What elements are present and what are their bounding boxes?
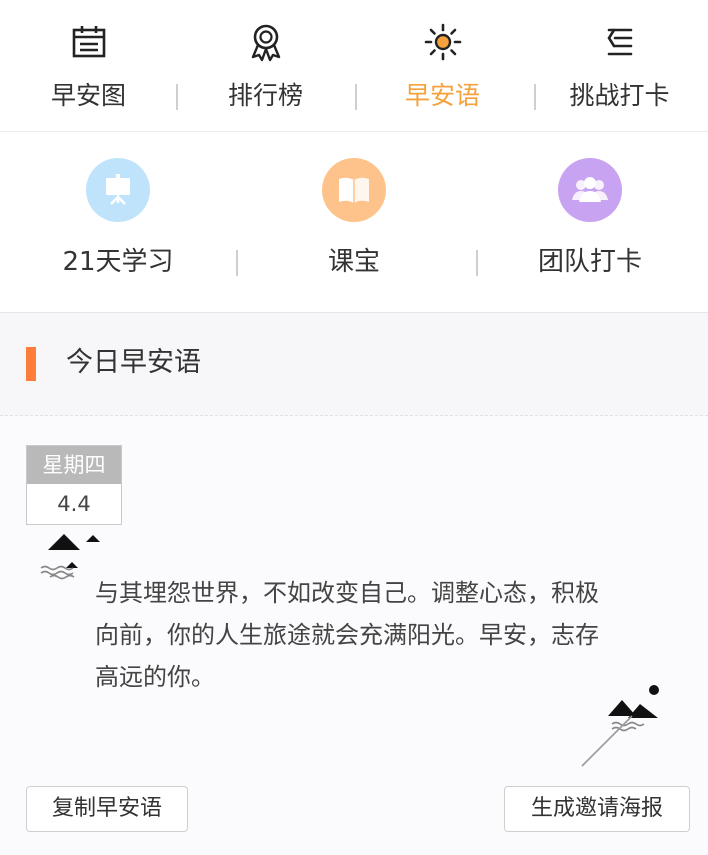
date-badge: 星期四 4.4: [26, 445, 122, 525]
book-icon: [339, 177, 369, 203]
shortcut-divider: [236, 250, 238, 276]
shortcut-icon-circle: [322, 158, 386, 222]
section-header: 今日早安语: [0, 313, 708, 416]
generate-poster-button[interactable]: 生成邀请海报: [504, 786, 690, 832]
medal-icon: [251, 24, 280, 62]
tab-label: 挑战打卡: [569, 81, 670, 110]
shortcut-kebao[interactable]: 课宝: [236, 132, 472, 312]
shortcut-icon-circle: [558, 158, 622, 222]
tab-ranking[interactable]: 排行榜: [177, 0, 354, 131]
quote-card: 星期四 4.4 与其埋怨世界，不如改变自己。调整心态，积极向前，你的人生旅途就会…: [0, 416, 708, 855]
quote-text: 与其埋怨世界，不如改变自己。调整心态，积极向前，你的人生旅途就会充满阳光。早安，…: [95, 579, 599, 691]
team-icon: [572, 177, 608, 202]
shortcut-icon-circle: [86, 158, 150, 222]
mountain-decoration-icon: [581, 685, 659, 767]
shortcut-label: 课宝: [327, 247, 380, 277]
weekday-label: 星期四: [27, 446, 121, 484]
shortcut-21-day-study[interactable]: 21天学习: [0, 132, 236, 312]
sun-icon: [424, 23, 461, 61]
shortcut-row: 21天学习 课宝 团队打卡: [0, 132, 708, 313]
tab-label: 排行榜: [227, 81, 303, 110]
tab-morning-picture[interactable]: 早安图: [0, 0, 177, 131]
section-accent-bar: [26, 347, 36, 381]
list-icon: [606, 28, 632, 56]
shortcut-team-checkin[interactable]: 团队打卡: [472, 132, 708, 312]
date-label: 4.4: [57, 492, 91, 516]
copy-quote-button[interactable]: 复制早安语: [26, 786, 188, 832]
tab-morning-quote[interactable]: 早安语: [354, 0, 531, 131]
easel-icon: [106, 174, 130, 205]
section-title: 今日早安语: [66, 347, 201, 378]
top-tab-bar: 早安图 排行榜 早安语 挑战打卡: [0, 0, 708, 132]
tab-challenge-checkin[interactable]: 挑战打卡: [531, 0, 708, 131]
shortcut-label: 21天学习: [62, 247, 174, 277]
tab-label: 早安语: [404, 81, 480, 110]
shortcut-divider: [476, 250, 478, 276]
shortcut-label: 团队打卡: [537, 247, 642, 277]
calendar-icon: [72, 26, 105, 58]
tab-label: 早安图: [50, 81, 126, 110]
